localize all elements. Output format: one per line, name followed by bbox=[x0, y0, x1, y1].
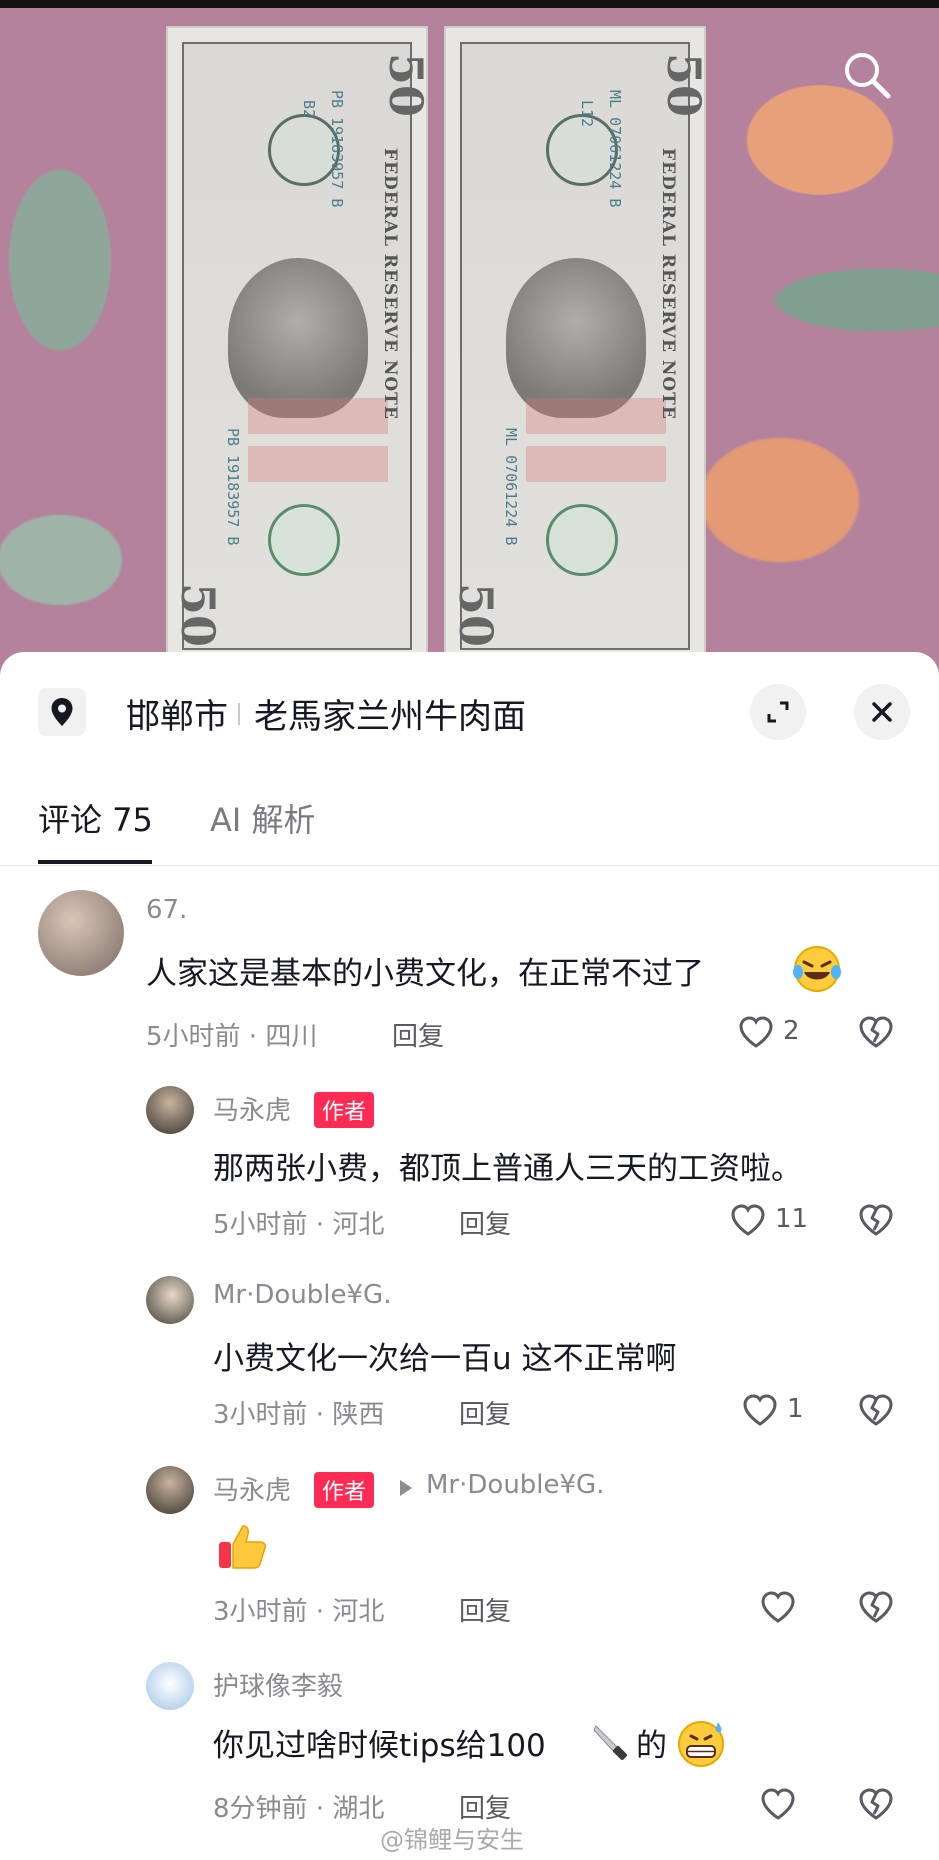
banknote-left: 50 50 PB 19183957 B PB 19183957 B B2 FED… bbox=[166, 26, 428, 666]
bill-caption: FEDERAL RESERVE NOTE bbox=[380, 148, 400, 420]
comment-text: 你见过啥时候tips给100 bbox=[213, 1728, 546, 1764]
bill-caption: FEDERAL RESERVE NOTE bbox=[658, 148, 678, 420]
active-tab-indicator bbox=[38, 860, 152, 864]
location-separator bbox=[238, 703, 240, 725]
divider bbox=[0, 865, 939, 866]
location-city[interactable]: 邯郸市 bbox=[126, 689, 228, 738]
close-button[interactable] bbox=[854, 684, 910, 740]
denomination-top: 50 bbox=[657, 52, 706, 118]
like-count: 1 bbox=[787, 1394, 804, 1424]
status-strip bbox=[0, 0, 939, 8]
heart-icon[interactable] bbox=[736, 1012, 776, 1052]
plate-code: L12 bbox=[578, 100, 596, 128]
serial-number-top: PB 19183957 B bbox=[328, 90, 346, 208]
comment-username[interactable]: 马永虎 bbox=[213, 1090, 291, 1127]
comment-username[interactable]: 马永虎 bbox=[213, 1470, 291, 1507]
comment-text: 那两张小费，都顶上普通人三天的工资啦。 bbox=[213, 1151, 802, 1187]
expand-button[interactable] bbox=[750, 684, 806, 740]
location-place[interactable]: 老馬家兰州牛肉面 bbox=[254, 689, 526, 738]
broken-heart-icon[interactable] bbox=[856, 1200, 896, 1240]
plate-code: B2 bbox=[300, 100, 318, 119]
like-count: 2 bbox=[783, 1016, 800, 1046]
comment-meta: 3小时前 · 陕西 bbox=[213, 1400, 385, 1430]
portrait-image bbox=[506, 258, 646, 418]
denomination-bottom: 50 bbox=[449, 582, 504, 648]
comment-text: 小费文化一次给一百u 这不正常啊 bbox=[213, 1341, 677, 1377]
reply-to-username[interactable]: Mr·Double¥G. bbox=[426, 1470, 604, 1500]
comment-username[interactable]: 67. bbox=[146, 895, 187, 925]
reply-arrow-icon bbox=[400, 1480, 412, 1496]
watermark: @锦鲤与安生 bbox=[380, 1826, 524, 1854]
comment-meta: 3小时前 · 河北 bbox=[213, 1597, 385, 1627]
reply-button[interactable]: 回复 bbox=[392, 1016, 444, 1053]
avatar[interactable] bbox=[146, 1086, 194, 1134]
avatar[interactable] bbox=[146, 1276, 194, 1324]
author-badge: 作者 bbox=[314, 1472, 375, 1508]
like-count: 11 bbox=[775, 1204, 809, 1234]
comment-meta: 5小时前 · 河北 bbox=[213, 1210, 385, 1240]
reply-button[interactable]: 回复 bbox=[459, 1204, 511, 1241]
broken-heart-icon[interactable] bbox=[856, 1012, 896, 1052]
heart-icon[interactable] bbox=[740, 1390, 780, 1430]
avatar[interactable] bbox=[38, 890, 124, 976]
grimacing-sweat-emoji-icon bbox=[678, 1721, 724, 1767]
comment-username[interactable]: 护球像李毅 bbox=[213, 1666, 343, 1703]
avatar[interactable] bbox=[146, 1466, 194, 1514]
laughing-crying-emoji-icon bbox=[793, 946, 841, 992]
banknote-right: 50 50 ML 07061224 B ML 07061224 B L12 FE… bbox=[444, 26, 706, 666]
denomination-top: 50 bbox=[379, 52, 428, 118]
broken-heart-icon[interactable] bbox=[856, 1390, 896, 1430]
comment-username[interactable]: Mr·Double¥G. bbox=[213, 1280, 391, 1310]
serial-number-top: ML 07061224 B bbox=[606, 90, 624, 208]
serial-number-bottom: ML 07061224 B bbox=[502, 428, 520, 546]
treasury-seal-icon bbox=[546, 504, 618, 576]
avatar[interactable] bbox=[146, 1662, 194, 1710]
thumbs-up-emoji-icon bbox=[219, 1525, 266, 1569]
post-photo: 50 50 PB 19183957 B PB 19183957 B B2 FED… bbox=[0, 0, 939, 680]
expand-icon bbox=[767, 701, 789, 723]
reply-button[interactable]: 回复 bbox=[459, 1591, 511, 1628]
heart-icon[interactable] bbox=[758, 1784, 798, 1824]
tab-comments[interactable]: 评论 75 bbox=[38, 795, 153, 841]
tab-ai-analysis[interactable]: AI 解析 bbox=[210, 795, 316, 841]
close-icon bbox=[872, 702, 892, 722]
portrait-image bbox=[228, 258, 368, 418]
reply-button[interactable]: 回复 bbox=[459, 1394, 511, 1431]
comment-text: 的 bbox=[636, 1728, 667, 1764]
broken-heart-icon[interactable] bbox=[856, 1784, 896, 1824]
location-pin-icon[interactable] bbox=[38, 688, 86, 736]
denomination-bottom: 50 bbox=[171, 582, 226, 648]
comment-meta: 8分钟前 · 湖北 bbox=[213, 1794, 385, 1824]
comment-meta: 5小时前 · 四川 bbox=[146, 1022, 318, 1052]
treasury-seal-icon bbox=[268, 504, 340, 576]
broken-heart-icon[interactable] bbox=[856, 1587, 896, 1627]
knife-emoji-icon bbox=[593, 1725, 627, 1760]
search-icon[interactable] bbox=[840, 48, 894, 102]
heart-icon[interactable] bbox=[758, 1587, 798, 1627]
comment-text: 人家这是基本的小费文化，在正常不过了 bbox=[146, 956, 704, 992]
serial-number-bottom: PB 19183957 B bbox=[224, 428, 242, 546]
author-badge: 作者 bbox=[314, 1092, 375, 1128]
heart-icon[interactable] bbox=[728, 1200, 768, 1240]
